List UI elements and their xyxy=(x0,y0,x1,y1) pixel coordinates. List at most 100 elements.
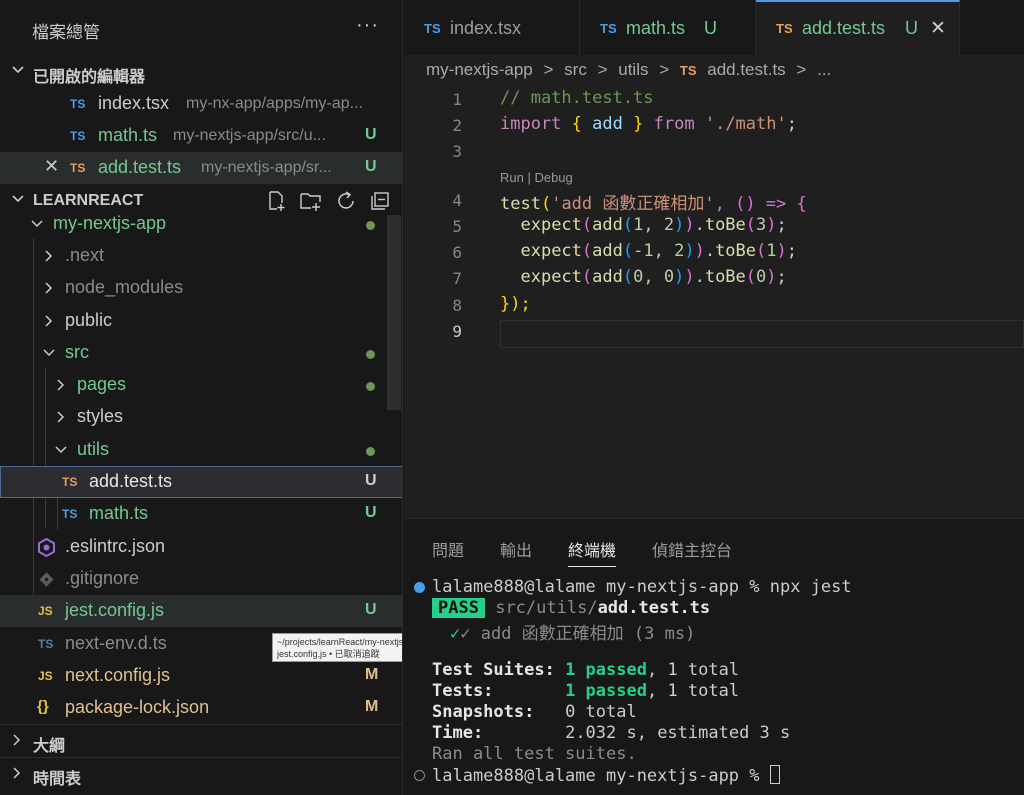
tree-file-add-test[interactable]: TS add.test.ts U xyxy=(0,466,402,498)
tree-folder-pages[interactable]: pages xyxy=(0,369,402,401)
tree-folder-styles[interactable]: styles xyxy=(0,401,402,433)
timeline-section-header[interactable]: 時間表 xyxy=(0,757,402,789)
summary-label: Tests: xyxy=(432,681,494,701)
tab-output[interactable]: 輸出 xyxy=(500,537,532,561)
summary-label: Snapshots: xyxy=(432,702,535,722)
line-number: 2 xyxy=(452,116,462,135)
code-line: import { add } from './math'; xyxy=(500,114,797,134)
line-number: 6 xyxy=(452,243,462,262)
untracked-badge: U xyxy=(905,18,918,38)
tree-folder-src[interactable]: src xyxy=(0,337,402,369)
tab-index-tsx[interactable]: TS index.tsx xyxy=(404,0,580,55)
tree-folder-next[interactable]: .next xyxy=(0,240,402,272)
status-dot xyxy=(366,350,375,359)
summary-passed: 1 passed xyxy=(565,681,647,701)
more-actions-icon[interactable]: ··· xyxy=(356,14,379,37)
close-icon[interactable]: ✕ xyxy=(44,156,59,177)
close-icon[interactable]: ✕ xyxy=(930,17,946,40)
tree-folder-public[interactable]: public xyxy=(0,305,402,337)
number: 1, 2 xyxy=(633,215,675,235)
tree-label: public xyxy=(65,310,113,330)
chevron-right-icon: > xyxy=(796,60,807,79)
number: -1, 2 xyxy=(633,241,685,261)
tree-label: add.test.ts xyxy=(89,471,173,491)
code-line: // math.test.ts xyxy=(500,88,654,108)
terminal-line: lalame888@lalame my-nextjs-app % npx jes… xyxy=(432,577,852,597)
typescript-icon: TS xyxy=(70,97,86,111)
line-number: 7 xyxy=(452,269,462,288)
number: 0 xyxy=(756,267,767,287)
line-number: 4 xyxy=(452,191,462,210)
punctuation: ; xyxy=(786,114,797,134)
tree-file-math[interactable]: TS math.ts U xyxy=(0,498,402,530)
current-line-highlight xyxy=(500,320,1024,348)
check-icon: ✓ xyxy=(450,624,461,644)
tree-file-package-lock[interactable]: {} package-lock.json M xyxy=(0,692,402,724)
function-name: expect xyxy=(520,215,582,235)
untracked-badge: U xyxy=(365,126,377,143)
tree-file-next-config[interactable]: JS next.config.js M xyxy=(0,660,402,692)
outline-section-header[interactable]: 大綱 xyxy=(0,724,402,756)
open-editor-item[interactable]: TS math.ts my-nextjs-app/src/u... U xyxy=(0,120,402,152)
tab-debug-console[interactable]: 偵錯主控台 xyxy=(652,537,732,561)
chevron-down-icon xyxy=(12,66,24,74)
number: 3 xyxy=(756,215,767,235)
open-editor-item-active[interactable]: ✕ TS add.test.ts my-nextjs-app/sr... U xyxy=(0,152,402,184)
tab-math-ts[interactable]: TS math.ts U xyxy=(580,0,756,55)
tree-folder-utils[interactable]: utils xyxy=(0,434,402,466)
tree-label: node_modules xyxy=(65,277,184,297)
typescript-icon: TS xyxy=(600,21,617,36)
breadcrumb-item[interactable]: add.test.ts xyxy=(707,60,785,79)
tree-label: package-lock.json xyxy=(65,697,210,717)
breadcrumb-item[interactable]: ... xyxy=(817,60,831,79)
tab-problems[interactable]: 問題 xyxy=(432,537,464,561)
keyword: from xyxy=(653,114,695,134)
function-name: add xyxy=(592,241,623,261)
number: 0, 0 xyxy=(633,267,675,287)
tab-add-test-ts[interactable]: TS add.test.ts U ✕ xyxy=(756,0,960,55)
panel-tabs: 問題 輸出 終端機 偵錯主控台 xyxy=(404,519,1024,571)
tree-file-eslintrc[interactable]: .eslintrc.json xyxy=(0,531,402,563)
breadcrumb-item[interactable]: my-nextjs-app xyxy=(426,60,533,79)
code-line: }); xyxy=(500,294,531,314)
tree-folder-my-nextjs-app[interactable]: my-nextjs-app xyxy=(0,208,402,240)
pass-badge: PASS xyxy=(432,598,485,618)
typescript-icon: TS xyxy=(62,475,78,489)
json-icon: {} xyxy=(37,698,49,715)
breadcrumb-item[interactable]: utils xyxy=(618,60,648,79)
codelens-run-debug[interactable]: Run | Debug xyxy=(500,170,573,185)
bottom-panel: 問題 輸出 終端機 偵錯主控台 lalame888@lalame my-next… xyxy=(404,518,1024,795)
test-file: add.test.ts xyxy=(597,598,711,618)
modified-badge: M xyxy=(365,698,379,715)
breadcrumb-item[interactable]: src xyxy=(564,60,587,79)
open-editors-header[interactable]: 已開啟的編輯器 xyxy=(0,56,402,88)
untracked-badge: U xyxy=(365,472,377,489)
tree-folder-node-modules[interactable]: node_modules xyxy=(0,272,402,304)
tree-file-jest-config[interactable]: JS jest.config.js U xyxy=(0,595,402,627)
keyword: import xyxy=(500,114,562,134)
open-editor-name: index.tsx xyxy=(98,93,170,113)
terminal-output[interactable]: lalame888@lalame my-nextjs-app % npx jes… xyxy=(432,577,852,795)
command-status-dot xyxy=(414,582,425,593)
tree-label: next-env.d.ts xyxy=(65,633,167,653)
open-editor-item[interactable]: TS index.tsx my-nx-app/apps/my-ap... xyxy=(0,88,402,120)
tree-file-gitignore[interactable]: .gitignore xyxy=(0,563,402,595)
line-number: 1 xyxy=(452,90,462,109)
status-dot xyxy=(366,447,375,456)
terminal-cursor[interactable] xyxy=(769,765,780,784)
line-number: 5 xyxy=(452,217,462,236)
sidebar-scrollbar[interactable] xyxy=(387,215,401,410)
untracked-badge: U xyxy=(365,601,377,618)
identifier: add xyxy=(592,114,623,134)
file-path-tooltip: ~/projects/learnReact/my-nextjs-app/ jes… xyxy=(272,633,402,662)
tree-label: my-nextjs-app xyxy=(53,213,167,233)
chevron-right-icon xyxy=(57,379,65,391)
untracked-badge: U xyxy=(365,504,377,521)
tab-terminal[interactable]: 終端機 xyxy=(568,537,617,567)
status-dot xyxy=(366,382,375,391)
chevron-right-icon: > xyxy=(597,60,608,79)
terminal-line: Ran all test suites. xyxy=(432,744,637,764)
tree-label: pages xyxy=(77,374,127,394)
explorer-title: 檔案總管 xyxy=(32,23,100,42)
chevron-right-icon xyxy=(57,411,65,423)
